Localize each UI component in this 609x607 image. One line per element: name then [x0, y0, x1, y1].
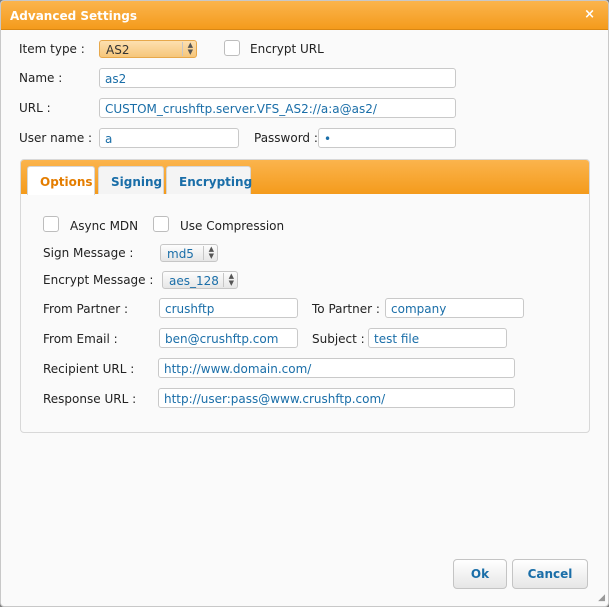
url-input[interactable]: CUSTOM_crushftp.server.VFS_AS2://a:a@as2… [99, 98, 456, 118]
response-url-input[interactable]: http://user:pass@www.crushftp.com/ [158, 388, 515, 408]
tab-bar: Options Signing Encrypting [21, 160, 589, 195]
item-type-value: AS2 [106, 43, 130, 57]
async-mdn-checkbox[interactable] [43, 216, 59, 232]
encrypt-message-value: aes_128 [169, 274, 219, 288]
ok-button[interactable]: Ok [453, 559, 507, 589]
password-input[interactable]: • [318, 128, 456, 148]
close-icon[interactable]: × [584, 7, 595, 22]
async-mdn-label: Async MDN [70, 219, 139, 233]
select-arrows-icon: ▲ ▼ [182, 42, 193, 56]
encrypt-url-checkbox[interactable] [224, 40, 240, 56]
username-label: User name : [19, 131, 93, 145]
recipient-url-label: Recipient URL : [43, 362, 135, 376]
select-arrows-icon: ▲ ▼ [223, 273, 234, 287]
name-label: Name : [19, 71, 63, 85]
tab-encrypting[interactable]: Encrypting [166, 166, 252, 194]
name-input[interactable]: as2 [99, 68, 456, 88]
item-type-select[interactable]: AS2 ▲ ▼ [99, 40, 197, 58]
recipient-url-input[interactable]: http://www.domain.com/ [158, 358, 515, 378]
dialog-title: Advanced Settings [10, 9, 138, 23]
subject-label: Subject : [312, 332, 365, 346]
url-label: URL : [19, 101, 51, 115]
dialog-titlebar[interactable]: Advanced Settings × [1, 1, 608, 30]
from-email-label: From Email : [43, 332, 118, 346]
to-partner-input[interactable]: company [385, 298, 524, 318]
from-partner-input[interactable]: crushftp [159, 298, 298, 318]
options-panel: Options Signing Encrypting Async MDN Use… [20, 159, 590, 433]
advanced-settings-dialog: Advanced Settings × Item type : AS2 ▲ ▼ E… [0, 0, 609, 607]
password-label: Password : [254, 131, 318, 145]
response-url-label: Response URL : [43, 392, 137, 406]
sign-message-select[interactable]: md5 ▲ ▼ [160, 244, 218, 262]
subject-input[interactable]: test file [368, 328, 507, 348]
select-arrows-icon: ▲ ▼ [203, 246, 214, 260]
encrypt-message-select[interactable]: aes_128 ▲ ▼ [162, 271, 238, 289]
use-compression-label: Use Compression [180, 219, 285, 233]
to-partner-label: To Partner : [312, 302, 380, 316]
tab-options[interactable]: Options [27, 166, 95, 195]
sign-message-value: md5 [167, 247, 194, 261]
from-email-input[interactable]: ben@crushftp.com [159, 328, 298, 348]
from-partner-label: From Partner : [43, 302, 129, 316]
encrypt-url-label: Encrypt URL [250, 42, 324, 56]
cancel-button[interactable]: Cancel [512, 559, 588, 589]
sign-message-label: Sign Message : [43, 246, 134, 260]
resize-grip-icon[interactable]: ◢ [598, 593, 605, 603]
tab-signing[interactable]: Signing [98, 166, 164, 194]
item-type-label: Item type : [19, 42, 85, 56]
username-input[interactable]: a [99, 128, 239, 148]
use-compression-checkbox[interactable] [153, 216, 169, 232]
encrypt-message-label: Encrypt Message : [43, 273, 154, 287]
